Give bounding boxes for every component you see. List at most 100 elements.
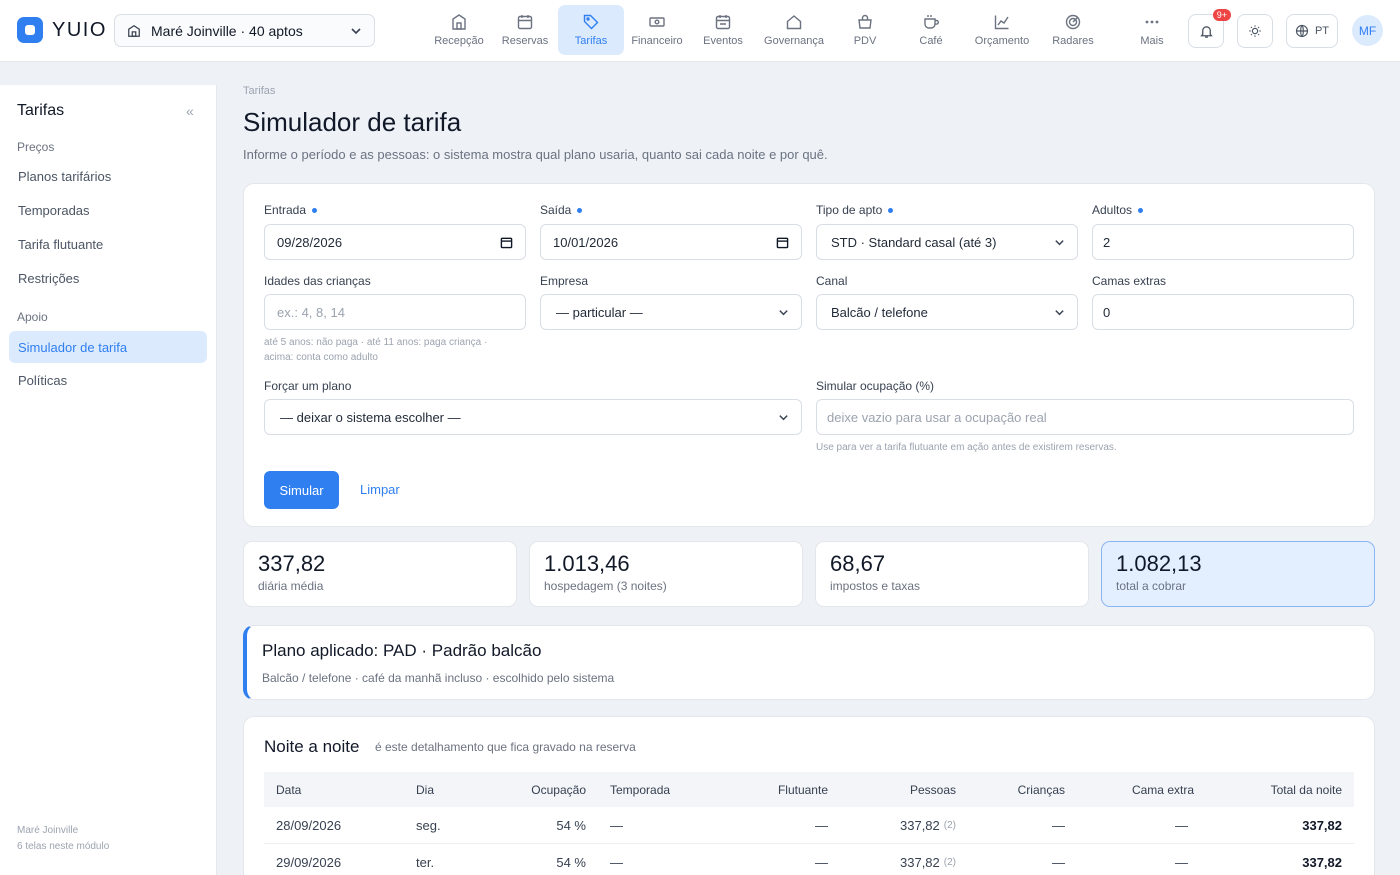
canal-select[interactable]: Balcão / telefone xyxy=(816,294,1078,330)
ocupacao-placeholder: deixe vazio para usar a ocupação real xyxy=(827,409,1047,425)
saida-value: 10/01/2026 xyxy=(553,234,619,250)
sidebar-title: Tarifas xyxy=(17,102,65,119)
building-icon xyxy=(452,14,466,30)
forcar-plano-select[interactable]: — deixar o sistema escolher — xyxy=(264,399,802,435)
nav-reservas[interactable]: Reservas xyxy=(492,5,558,55)
entrada-label: Entrada xyxy=(264,203,318,217)
nav-label: Financeiro xyxy=(631,35,683,47)
more-icon xyxy=(1145,20,1159,24)
cell-total: 337,82 xyxy=(1302,854,1342,870)
stat-value: 68,67 xyxy=(830,551,886,576)
entrada-value: 09/28/2026 xyxy=(277,234,343,250)
nav-cafe[interactable]: Café xyxy=(898,5,964,55)
col-data[interactable]: Data xyxy=(276,772,301,807)
sidebar-item-simulador[interactable]: Simulador de tarifa xyxy=(9,331,207,363)
cell-temporada: — xyxy=(610,854,623,870)
required-dot xyxy=(312,207,318,213)
empresa-value: — particular — xyxy=(556,304,643,320)
sidebar-footer-count: 6 telas neste módulo xyxy=(17,841,110,852)
col-pessoas[interactable]: Pessoas xyxy=(910,772,956,807)
nav-financeiro[interactable]: Financeiro xyxy=(624,5,690,55)
chevron-down-icon xyxy=(1055,239,1064,245)
empresa-label: Empresa xyxy=(540,274,589,288)
cell-criancas: — xyxy=(1052,817,1065,833)
nav-radares[interactable]: Radares xyxy=(1040,5,1106,55)
nights-subtitle: é este detalhamento que fica gravado na … xyxy=(375,740,636,754)
nav-orcamento[interactable]: Orçamento xyxy=(964,5,1040,55)
notifications-button[interactable]: 9+ xyxy=(1188,9,1231,48)
nights-table: Data Dia Ocupação Temporada Flutuante Pe… xyxy=(264,772,1354,875)
nav-label: Café xyxy=(919,35,943,47)
nav-recepcao[interactable]: Recepção xyxy=(426,5,492,55)
idades-input[interactable]: ex.: 4, 8, 14 xyxy=(264,294,526,330)
app-logo[interactable]: YUIO xyxy=(17,17,107,43)
bag-icon xyxy=(858,14,872,29)
nav-mais[interactable]: Mais xyxy=(1114,5,1190,55)
nav-governanca[interactable]: Governança xyxy=(756,5,832,55)
events-icon xyxy=(715,15,731,30)
col-temporada[interactable]: Temporada xyxy=(610,772,670,807)
col-criancas[interactable]: Crianças xyxy=(1018,772,1065,807)
tag-icon xyxy=(583,14,599,30)
table-row[interactable]: 28/09/2026 seg. 54 % — — 337,82 (2) — — 3… xyxy=(264,807,1354,844)
stat-value: 337,82 xyxy=(258,551,326,576)
sidebar-item-restricoes[interactable]: Restrições xyxy=(9,262,207,294)
limpar-button[interactable]: Limpar xyxy=(360,482,400,497)
saida-date-input[interactable]: 10/01/2026 xyxy=(540,224,802,260)
calendar-icon xyxy=(517,15,533,30)
sidebar-item-politicas[interactable]: Políticas xyxy=(9,364,207,396)
required-dot xyxy=(577,207,583,213)
forcar-plano-value: — deixar o sistema escolher — xyxy=(280,409,461,425)
camas-input[interactable]: 0 xyxy=(1092,294,1354,330)
calendar-icon xyxy=(776,237,789,248)
stat-label: total a cobrar xyxy=(1116,579,1187,593)
collapse-sidebar-icon[interactable]: « xyxy=(186,103,194,119)
money-icon xyxy=(649,17,665,27)
cell-pessoas: 337,82 (2) xyxy=(900,854,956,870)
nav-pdv[interactable]: PDV xyxy=(832,5,898,55)
idades-hint-2: acima: conta como adulto xyxy=(264,352,378,363)
col-total[interactable]: Total da noite xyxy=(1271,772,1342,807)
chevron-down-icon xyxy=(779,414,788,420)
nav-label: Recepção xyxy=(434,35,484,47)
breadcrumb[interactable]: Tarifas xyxy=(243,85,275,97)
property-selector[interactable]: Maré Joinville · 40 aptos xyxy=(114,14,375,47)
stat-label: diária média xyxy=(258,579,324,593)
ocupacao-hint: Use para ver a tarifa flutuante em ação … xyxy=(816,442,1117,453)
nav-eventos[interactable]: Eventos xyxy=(690,5,756,55)
entrada-date-input[interactable]: 09/28/2026 xyxy=(264,224,526,260)
cell-flutuante: — xyxy=(815,854,828,870)
nav-label: Tarifas xyxy=(574,35,608,47)
idades-label: Idades das crianças xyxy=(264,274,371,288)
adultos-input[interactable]: 2 xyxy=(1092,224,1354,260)
col-dia[interactable]: Dia xyxy=(416,772,434,807)
nights-title: Noite a noite xyxy=(264,737,360,756)
cell-data: 28/09/2026 xyxy=(276,817,342,833)
col-ocupacao[interactable]: Ocupação xyxy=(531,772,586,807)
cell-ocupacao: 54 % xyxy=(556,817,586,833)
col-cama-extra[interactable]: Cama extra xyxy=(1132,772,1194,807)
nav-label: Orçamento xyxy=(974,35,1030,47)
tipo-apto-select[interactable]: STD · Standard casal (até 3) xyxy=(816,224,1078,260)
sidebar-item-planos[interactable]: Planos tarifários xyxy=(9,160,207,192)
main-nav: Recepção Reservas Tarifas Financeiro Eve… xyxy=(426,5,1190,55)
adultos-label: Adultos xyxy=(1092,203,1144,217)
sidebar-item-tarifa-flutuante[interactable]: Tarifa flutuante xyxy=(9,228,207,260)
stat-value: 1.013,46 xyxy=(544,551,630,576)
language-selector[interactable]: PT xyxy=(1286,14,1338,48)
ocupacao-input[interactable]: deixe vazio para usar a ocupação real xyxy=(816,399,1354,435)
idades-hint-1: até 5 anos: não paga · até 11 anos: paga… xyxy=(264,337,488,348)
simular-button[interactable]: Simular xyxy=(264,471,339,509)
chevron-down-icon xyxy=(351,27,361,34)
coffee-icon xyxy=(924,15,939,29)
calendar-icon xyxy=(500,237,513,248)
chevron-down-icon xyxy=(779,309,788,315)
page-subtitle: Informe o período e as pessoas: o sistem… xyxy=(243,147,828,162)
nav-tarifas[interactable]: Tarifas xyxy=(558,5,624,55)
table-row[interactable]: 29/09/2026 ter. 54 % — — 337,82 (2) — — 3… xyxy=(264,844,1354,875)
user-avatar[interactable]: MF xyxy=(1352,15,1383,46)
theme-toggle[interactable] xyxy=(1237,14,1273,48)
empresa-select[interactable]: — particular — xyxy=(540,294,802,330)
col-flutuante[interactable]: Flutuante xyxy=(778,772,828,807)
sidebar-item-temporadas[interactable]: Temporadas xyxy=(9,194,207,226)
